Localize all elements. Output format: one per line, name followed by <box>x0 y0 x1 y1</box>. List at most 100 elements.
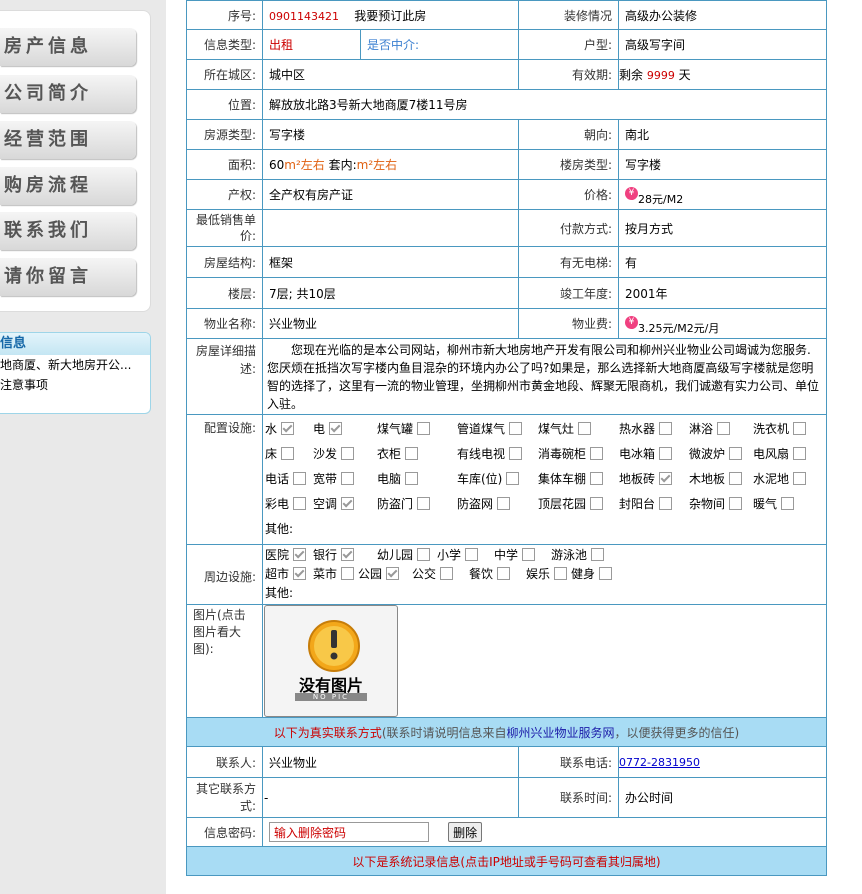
facility-checkbox[interactable] <box>793 422 807 435</box>
facility-checkbox[interactable] <box>509 422 523 435</box>
district-value: 城中区 <box>262 59 519 90</box>
facility-checkbox[interactable] <box>341 472 355 485</box>
facility-label: 水泥地 <box>753 472 790 486</box>
facility-checkbox[interactable] <box>341 497 355 510</box>
building-type-value: 写字楼 <box>618 149 827 180</box>
floor-label: 楼层: <box>186 277 263 309</box>
facility-checkbox[interactable] <box>793 472 807 485</box>
facility-item: 电风扇 <box>753 442 813 467</box>
facility-checkbox[interactable] <box>440 567 454 580</box>
nav-item-company-profile[interactable]: 公司简介 <box>0 75 136 113</box>
nav-item-leave-message[interactable]: 请你留言 <box>0 258 136 296</box>
facility-checkbox[interactable] <box>591 548 605 561</box>
facility-checkbox[interactable] <box>293 497 307 510</box>
nav-item-business-scope[interactable]: 经营范围 <box>0 121 136 159</box>
facility-checkbox[interactable] <box>417 497 431 510</box>
facility-item: 游泳池 <box>551 546 611 565</box>
facility-item: 集体车棚 <box>538 467 619 492</box>
around-facilities: 医院 银行 幼儿园 小学 中学 游泳池 超市 菜市 公园 公交 餐饮 娱乐 健身 其他: <box>262 544 827 605</box>
facility-checkbox[interactable] <box>417 548 431 561</box>
table-row: 其它联系方式: - 联系时间: 办公时间 <box>186 777 827 818</box>
facility-checkbox[interactable] <box>405 472 419 485</box>
table-row: 最低销售单价: 付款方式: 按月方式 <box>186 209 827 247</box>
facility-item: 彩电 <box>265 492 313 517</box>
facility-checkbox[interactable] <box>506 472 520 485</box>
password-input[interactable] <box>269 822 429 842</box>
facility-checkbox[interactable] <box>405 447 419 460</box>
facility-label: 水 <box>265 422 278 436</box>
facility-checkbox[interactable] <box>590 472 604 485</box>
facility-label: 沙发 <box>313 447 338 461</box>
nav-item-purchase-process[interactable]: 购房流程 <box>0 167 136 205</box>
facility-checkbox[interactable] <box>386 567 400 580</box>
facility-item: 幼儿园 <box>377 546 437 565</box>
facility-checkbox[interactable] <box>729 447 743 460</box>
facility-checkbox[interactable] <box>599 567 613 580</box>
facility-checkbox[interactable] <box>293 472 307 485</box>
facility-checkbox[interactable] <box>554 567 568 580</box>
reserve-link[interactable]: 我要预订此房 <box>354 9 426 23</box>
facility-label: 电风扇 <box>753 447 790 461</box>
property-label: 产权: <box>186 179 263 210</box>
facility-label: 防盗网 <box>457 497 494 511</box>
table-row: 信息密码: 删除 <box>186 817 827 847</box>
agent-label: 是否中介: <box>367 38 420 52</box>
facility-checkbox[interactable] <box>659 447 673 460</box>
contact-bar-title: 以下为真实联系方式 <box>273 725 382 740</box>
facility-item: 床 <box>265 442 313 467</box>
facility-item: 杂物间 <box>689 492 753 517</box>
info-item[interactable]: 注意事项 <box>0 375 150 395</box>
facility-checkbox[interactable] <box>509 447 523 460</box>
facility-checkbox[interactable] <box>659 422 673 435</box>
nav-item-property-info[interactable]: 房产信息 <box>0 28 136 66</box>
info-item[interactable]: 地商厦、新大地房开公... <box>0 355 150 375</box>
delete-button[interactable]: 删除 <box>448 822 483 842</box>
facility-checkbox[interactable] <box>281 422 295 435</box>
facility-checkbox[interactable] <box>659 497 673 510</box>
facility-checkbox[interactable] <box>497 567 511 580</box>
facility-item: 消毒碗柜 <box>538 442 619 467</box>
facility-checkbox[interactable] <box>590 497 604 510</box>
contact-bar-note: (联系时请说明信息来自 <box>381 725 507 740</box>
contact-bar-post: ，以便获得更多的信任) <box>614 725 740 740</box>
facility-item: 沙发 <box>313 442 377 467</box>
facility-label: 煤气灶 <box>538 422 575 436</box>
facility-checkbox[interactable] <box>341 447 355 460</box>
facility-checkbox[interactable] <box>293 567 307 580</box>
facility-checkbox[interactable] <box>522 548 536 561</box>
facility-label: 木地板 <box>689 472 726 486</box>
facility-checkbox[interactable] <box>341 548 355 561</box>
facility-checkbox[interactable] <box>293 548 307 561</box>
facility-checkbox[interactable] <box>729 472 743 485</box>
serial-label: 序号: <box>186 0 263 30</box>
facility-item: 小学 <box>437 546 494 565</box>
facility-checkbox[interactable] <box>578 422 592 435</box>
facility-checkbox[interactable] <box>281 447 295 460</box>
facility-checkbox[interactable] <box>417 422 431 435</box>
facility-label: 电脑 <box>377 472 402 486</box>
facility-checkbox[interactable] <box>781 497 795 510</box>
nav-item-contact-us[interactable]: 联系我们 <box>0 212 136 250</box>
facility-checkbox[interactable] <box>717 422 731 435</box>
facility-checkbox[interactable] <box>659 472 673 485</box>
elevator-value: 有 <box>618 246 827 278</box>
table-row: 物业名称: 兴业物业 物业费: ¥3.25元/M2元/月 <box>186 308 827 339</box>
facility-checkbox[interactable] <box>729 497 743 510</box>
table-row: 楼层: 7层; 共10层 竣工年度: 2001年 <box>186 277 827 309</box>
facility-checkbox[interactable] <box>497 497 511 510</box>
facility-label: 暖气 <box>753 497 778 511</box>
facility-item: 地板砖 <box>619 467 689 492</box>
phone-link[interactable]: 0772-2831950 <box>619 756 700 769</box>
facility-checkbox[interactable] <box>341 567 355 580</box>
facility-checkbox[interactable] <box>465 548 479 561</box>
no-image-placeholder[interactable]: 没有图片 NO PIC <box>264 605 398 717</box>
contact-label: 联系人: <box>186 746 263 778</box>
completion-label: 竣工年度: <box>518 277 619 309</box>
validity-suffix: 天 <box>678 68 691 82</box>
facility-checkbox[interactable] <box>329 422 343 435</box>
facility-item: 防盗门 <box>377 492 457 517</box>
facility-item: 公交 <box>412 565 469 584</box>
facility-checkbox[interactable] <box>793 447 807 460</box>
facility-checkbox[interactable] <box>590 447 604 460</box>
table-row: 以下为真实联系方式(联系时请说明信息来自柳州兴业物业服务网，以便获得更多的信任) <box>186 717 827 747</box>
